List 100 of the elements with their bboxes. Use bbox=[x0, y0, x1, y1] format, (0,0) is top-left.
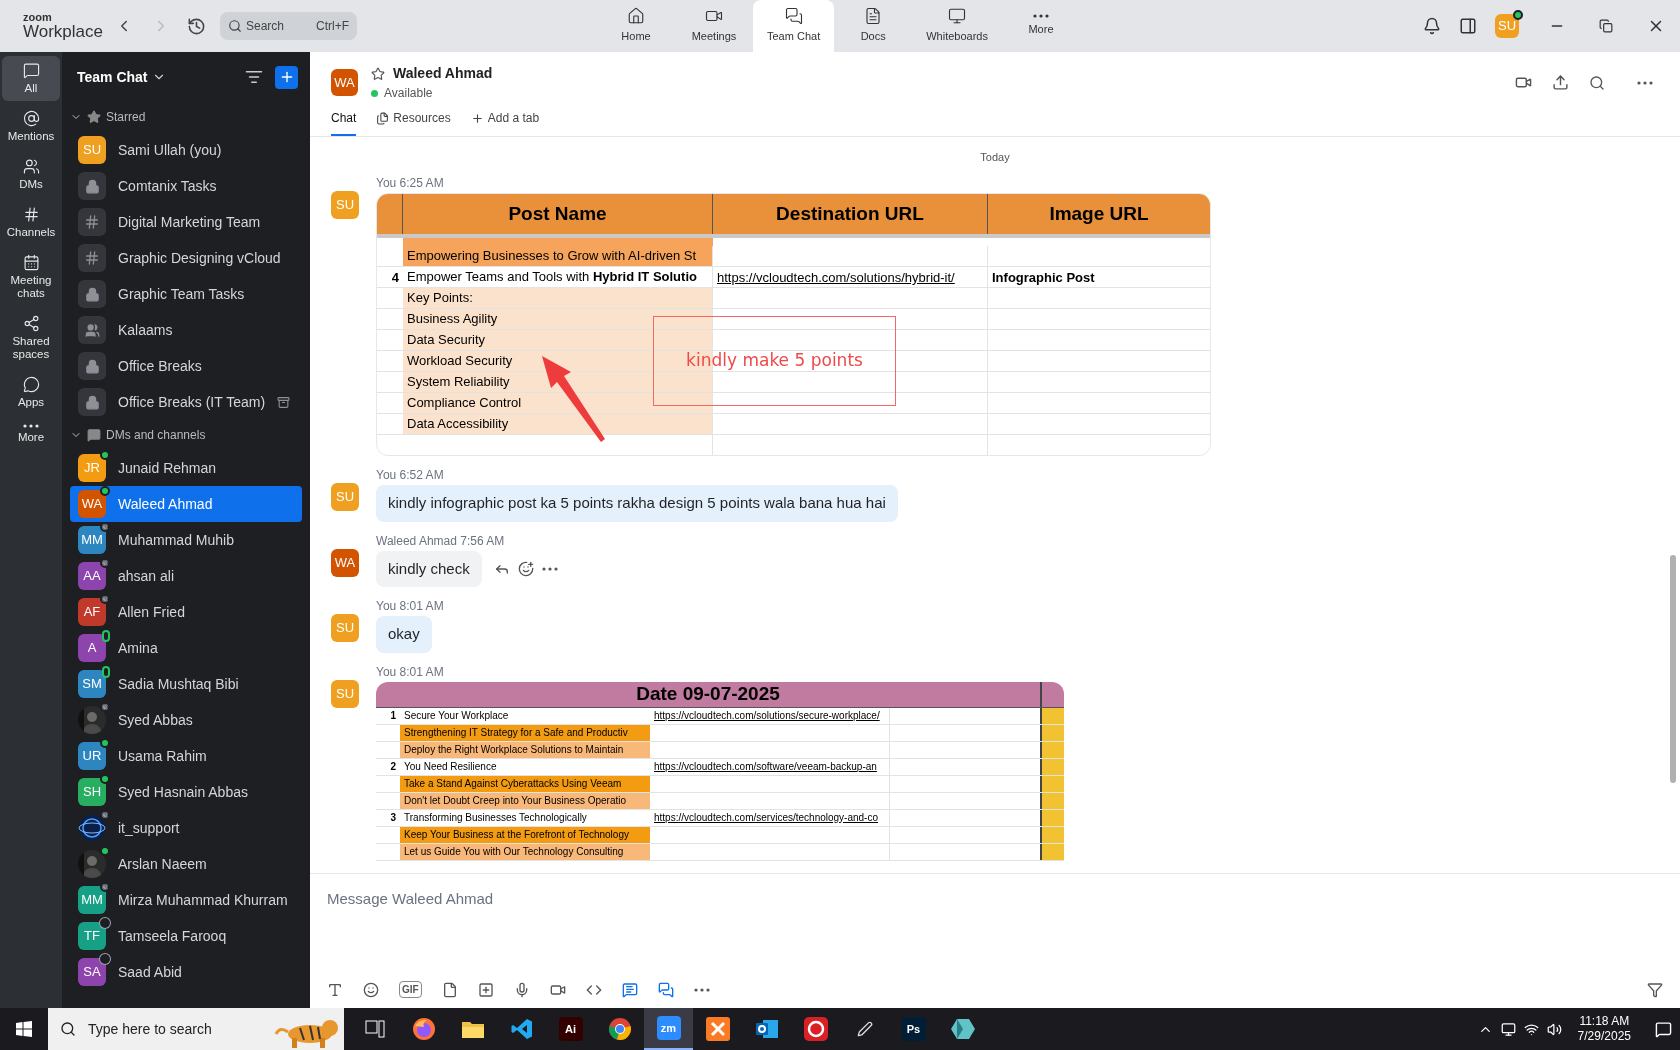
taskbar-button[interactable]: Ai bbox=[546, 1008, 595, 1050]
avatar: SU bbox=[331, 614, 359, 642]
section-header[interactable]: Starred bbox=[106, 108, 146, 126]
chat-list-item[interactable]: UR Usama Rahim bbox=[70, 738, 302, 774]
nav-tab[interactable]: More bbox=[1001, 0, 1080, 52]
chat-list-item[interactable]: JR Junaid Rehman bbox=[70, 450, 302, 486]
app-logo: zoom Workplace bbox=[23, 12, 104, 40]
nav-tab[interactable]: Home bbox=[597, 0, 675, 52]
chat-list-item[interactable]: TF Tamseela Farooq bbox=[70, 918, 302, 954]
screenshot-icon[interactable] bbox=[477, 981, 494, 998]
avatar: AA bbox=[78, 562, 106, 590]
chat-list-item[interactable]: AF Allen Fried bbox=[70, 594, 302, 630]
chat-list-item[interactable]: SU Sami Ullah (you) bbox=[70, 132, 302, 168]
notifications-icon[interactable] bbox=[1423, 17, 1441, 35]
sender-name: You bbox=[376, 468, 397, 482]
chat-list-item[interactable]: SM Sadia Mushtaq Bibi bbox=[70, 666, 302, 702]
chat-tab[interactable]: Add a tab bbox=[470, 109, 540, 136]
nav-tab[interactable]: Team Chat bbox=[753, 0, 835, 52]
rail-item[interactable]: Channels bbox=[2, 200, 60, 245]
browser-app-icon bbox=[411, 1017, 436, 1041]
chat-list-item[interactable]: Arslan Naeem bbox=[70, 846, 302, 882]
taskbar-search-field[interactable]: Type here to search bbox=[48, 1008, 344, 1050]
rail-item[interactable]: DMs bbox=[2, 152, 60, 197]
history-icon[interactable] bbox=[187, 16, 206, 36]
globe-logo-icon bbox=[78, 814, 106, 842]
emoji-icon[interactable] bbox=[517, 560, 534, 577]
chat-list-item[interactable]: Digital Marketing Team bbox=[70, 204, 302, 240]
spreadsheet-screenshot[interactable] bbox=[376, 193, 1211, 456]
sheet-title: Date 09-07-2025 bbox=[635, 681, 781, 706]
chat-list-item[interactable]: SA Saad Abid bbox=[70, 954, 302, 990]
app-icon[interactable] bbox=[621, 981, 638, 998]
network-icon[interactable] bbox=[1523, 1021, 1539, 1037]
avatar: SU bbox=[331, 679, 359, 708]
share-screen-icon[interactable] bbox=[1552, 74, 1569, 91]
avatar: UR bbox=[78, 742, 106, 770]
chat-list-item[interactable]: WA Waleed Ahmad bbox=[70, 486, 302, 522]
rail-item[interactable]: Meeting chats bbox=[2, 248, 60, 306]
rail-item[interactable]: Mentions bbox=[2, 104, 60, 149]
chat-list-item[interactable]: MM Mirza Muhammad Khurram bbox=[70, 882, 302, 918]
rail-item[interactable]: Shared spaces bbox=[2, 309, 60, 367]
windows-icon[interactable] bbox=[16, 1021, 32, 1037]
avatar: SA bbox=[78, 958, 106, 986]
new-chat-button[interactable] bbox=[275, 65, 298, 89]
people-icon bbox=[22, 158, 40, 175]
chat-list-item[interactable]: SH Syed Hasnain Abbas bbox=[70, 774, 302, 810]
gif-button[interactable]: GIF bbox=[399, 981, 422, 998]
restore-icon[interactable] bbox=[1599, 19, 1613, 33]
notifications-icon[interactable] bbox=[1655, 1020, 1672, 1038]
table-cell: Key Points: bbox=[403, 288, 713, 308]
emoji-icon[interactable] bbox=[363, 981, 379, 998]
section-header[interactable]: DMs and channels bbox=[106, 426, 206, 444]
rail-item[interactable]: All bbox=[2, 56, 60, 101]
sender-name: You bbox=[376, 599, 397, 613]
sender-name: You bbox=[376, 664, 397, 679]
chat-list-item[interactable]: Graphic Team Tasks bbox=[70, 276, 302, 312]
rail-item[interactable]: Apps bbox=[2, 370, 60, 415]
annotation-box: kindly make 5 points bbox=[653, 316, 896, 406]
chat-list-item[interactable]: Office Breaks (IT Team) bbox=[70, 384, 302, 420]
sidebar-title[interactable]: Team Chat bbox=[77, 66, 148, 88]
chat-list-item[interactable]: Office Breaks bbox=[70, 348, 302, 384]
format-icon[interactable] bbox=[327, 981, 343, 998]
scrollbar[interactable] bbox=[1670, 555, 1676, 783]
search-field[interactable]: Search Ctrl+F bbox=[220, 12, 357, 40]
message-input[interactable]: Message Waleed Ahmad bbox=[327, 874, 1663, 950]
nav-tab[interactable]: Meetings bbox=[675, 0, 753, 52]
table-cell: Compliance Control bbox=[403, 393, 713, 413]
more-icon[interactable] bbox=[1637, 80, 1653, 85]
avatar: WA bbox=[331, 548, 359, 577]
chat-tab[interactable]: Chat bbox=[331, 109, 357, 136]
chat-list-item[interactable]: Graphic Designing vCloud bbox=[70, 240, 302, 276]
message-time: 8:01 AM bbox=[399, 664, 444, 679]
table-cell: System Reliability bbox=[403, 372, 713, 392]
chat-list-item[interactable]: Syed Abbas bbox=[70, 702, 302, 738]
nav-tab[interactable]: Whiteboards bbox=[912, 0, 1002, 52]
chat-tab[interactable]: Resources bbox=[376, 109, 451, 136]
chat-list-item[interactable]: Kalaams bbox=[70, 312, 302, 348]
chat-list-item[interactable]: A Amina bbox=[70, 630, 302, 666]
chat-list-item[interactable]: Comtanix Tasks bbox=[70, 168, 302, 204]
app-icon[interactable] bbox=[657, 981, 674, 998]
taskbar-button[interactable]: Ps bbox=[889, 1008, 938, 1050]
more-icon[interactable] bbox=[541, 566, 558, 571]
chat-list-item[interactable]: AA ahsan ali bbox=[70, 558, 302, 594]
lock-icon bbox=[78, 280, 106, 308]
app-tile-icon: Ps bbox=[901, 1017, 926, 1041]
search-icon[interactable] bbox=[1589, 74, 1605, 91]
volume-icon[interactable] bbox=[1546, 1021, 1562, 1037]
file-icon[interactable] bbox=[441, 981, 458, 998]
filter-icon[interactable] bbox=[245, 68, 263, 86]
calendar-panel-icon[interactable] bbox=[1459, 17, 1477, 35]
more-icon[interactable] bbox=[693, 987, 710, 992]
url-link: https://vcloudtech.com/solutions/secure-workplace/ bbox=[654, 709, 880, 721]
avatar: MM bbox=[78, 526, 106, 554]
tray-app-icon[interactable] bbox=[1500, 1021, 1516, 1037]
nav-tab[interactable]: Docs bbox=[834, 0, 913, 52]
spreadsheet-screenshot[interactable] bbox=[376, 681, 1064, 861]
chat-list-item[interactable]: MM Muhammad Muhib bbox=[70, 522, 302, 558]
nodes-icon bbox=[22, 315, 40, 332]
chat-list-item[interactable]: it_support bbox=[70, 810, 302, 846]
star-icon[interactable] bbox=[371, 66, 385, 81]
rail-item[interactable]: More bbox=[2, 418, 60, 450]
